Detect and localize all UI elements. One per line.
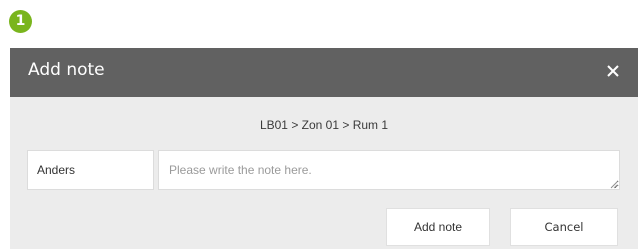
add-note-dialog: Add note LB01 > Zon 01 > Rum 1 Anders Ad… <box>10 48 638 249</box>
cancel-button[interactable]: Cancel <box>510 208 618 246</box>
author-field: Anders <box>27 150 154 190</box>
add-note-button[interactable]: Add note <box>386 208 490 246</box>
step-number-badge: 1 <box>9 10 32 33</box>
dialog-title: Add note <box>28 60 105 80</box>
note-textarea[interactable] <box>158 150 620 190</box>
location-breadcrumb: LB01 > Zon 01 > Rum 1 <box>259 118 389 132</box>
close-button[interactable] <box>602 60 624 82</box>
close-icon <box>607 65 619 77</box>
dialog-header: Add note <box>10 48 638 97</box>
